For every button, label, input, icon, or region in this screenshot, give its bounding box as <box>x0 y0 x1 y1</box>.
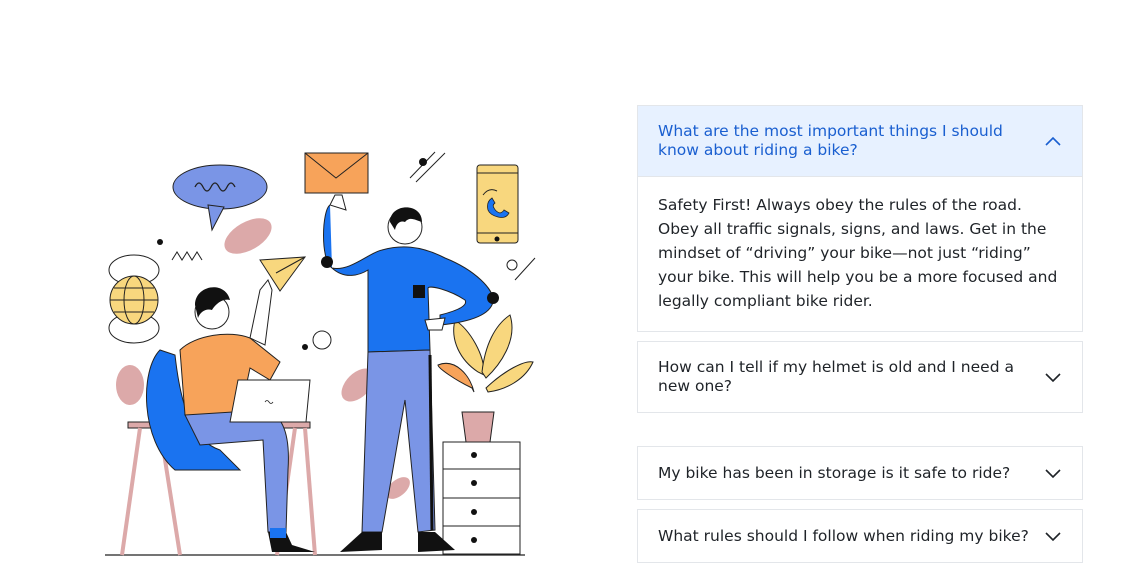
faq-question-text: My bike has been in storage is it safe t… <box>658 463 1011 482</box>
people-working-illustration <box>105 151 536 556</box>
chevron-down-icon <box>1045 469 1061 479</box>
faq-item-storage: My bike has been in storage is it safe t… <box>637 446 1083 500</box>
faq-item-helmet: How can I tell if my helmet is old and I… <box>637 341 1083 413</box>
faq-item-riding-basics: What are the most important things I sho… <box>637 105 1083 332</box>
chevron-down-icon <box>1045 532 1061 542</box>
faq-answer-text: Safety First! Always obey the rules of t… <box>658 196 1058 310</box>
faq-question-toggle[interactable]: My bike has been in storage is it safe t… <box>638 447 1082 499</box>
chevron-down-icon <box>1045 373 1061 383</box>
hero-illustration <box>100 140 540 560</box>
faq-accordion: What are the most important things I sho… <box>637 105 1083 563</box>
faq-question-toggle[interactable]: How can I tell if my helmet is old and I… <box>638 342 1082 412</box>
faq-question-text: What are the most important things I sho… <box>658 122 1003 159</box>
chevron-up-icon <box>1045 136 1061 146</box>
faq-item-rules: What rules should I follow when riding m… <box>637 509 1083 563</box>
faq-question-toggle[interactable]: What rules should I follow when riding m… <box>638 510 1082 562</box>
faq-question-text: How can I tell if my helmet is old and I… <box>658 358 1014 395</box>
faq-question-toggle[interactable]: What are the most important things I sho… <box>638 106 1082 177</box>
faq-question-text: What rules should I follow when riding m… <box>658 526 1029 545</box>
